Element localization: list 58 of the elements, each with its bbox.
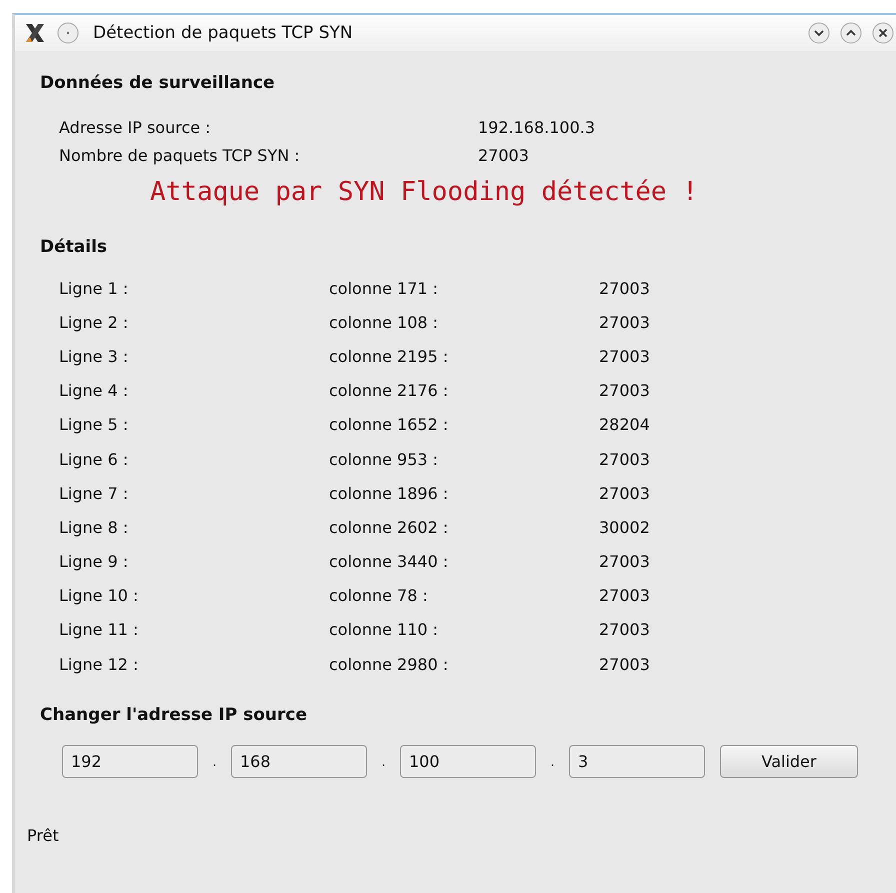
ip-octet-field[interactable]: 168 xyxy=(231,745,367,778)
line-label: Ligne 11 : xyxy=(59,620,140,640)
octet-separator: . xyxy=(550,754,556,769)
packet-count: 27003 xyxy=(599,346,650,366)
ip-octet-field[interactable]: 3 xyxy=(569,745,705,778)
column-label: colonne 953 : xyxy=(329,450,440,469)
line-label: Ligne 6 : xyxy=(59,450,130,469)
close-icon[interactable] xyxy=(872,22,894,44)
line-label: Ligne 3 : xyxy=(59,346,130,366)
info-label: Nombre de paquets TCP SYN : xyxy=(59,146,301,164)
column-label: colonne 1896 : xyxy=(329,484,450,503)
column-label: colonne 110 : xyxy=(329,620,440,640)
section-title: Détails xyxy=(40,237,108,257)
maximize-icon[interactable] xyxy=(840,22,862,44)
line-label: Ligne 9 : xyxy=(59,552,130,572)
line-label: Ligne 4 : xyxy=(59,381,130,400)
column-label: colonne 78 : xyxy=(329,586,429,606)
packet-count: 27003 xyxy=(599,620,650,640)
octet-separator: . xyxy=(212,754,218,769)
column-label: colonne 2980 : xyxy=(329,654,450,674)
column-label: colonne 2176 : xyxy=(329,381,450,400)
minimize-icon[interactable] xyxy=(808,22,830,44)
packet-count: 27003 xyxy=(599,278,650,298)
packet-count: 27003 xyxy=(599,586,650,606)
x-logo-icon xyxy=(23,21,47,45)
packet-count: 27003 xyxy=(599,552,650,572)
section-title: Données de surveillance xyxy=(40,73,276,93)
packet-count: 27003 xyxy=(599,484,650,503)
packet-count: 27003 xyxy=(599,654,650,674)
info-label: Adresse IP source : xyxy=(59,118,212,136)
packet-count: 27003 xyxy=(599,312,650,332)
column-label: colonne 2195 : xyxy=(329,346,450,366)
line-label: Ligne 7 : xyxy=(59,484,130,503)
info-value: 192.168.100.3 xyxy=(478,118,596,136)
octet-separator: . xyxy=(380,754,386,769)
packet-count: 30002 xyxy=(599,518,650,537)
column-label: colonne 3440 : xyxy=(329,552,450,572)
line-label: Ligne 8 : xyxy=(59,518,130,537)
line-label: Ligne 2 : xyxy=(59,312,130,332)
validate-button[interactable]: Valider xyxy=(720,745,858,778)
packet-count: 28204 xyxy=(599,415,650,434)
window-title: Détection de paquets TCP SYN xyxy=(93,23,353,43)
alert-message: Attaque par SYN Flooding détectée ! xyxy=(150,177,699,207)
line-label: Ligne 12 : xyxy=(59,654,140,674)
packet-count: 27003 xyxy=(599,381,650,400)
column-label: colonne 171 : xyxy=(329,278,440,298)
column-label: colonne 2602 : xyxy=(329,518,450,537)
info-value: 27003 xyxy=(478,146,529,164)
line-label: Ligne 10 : xyxy=(59,586,140,606)
ip-octet-field[interactable]: 192 xyxy=(62,745,198,778)
section-title: Changer l'adresse IP source xyxy=(40,705,308,726)
ip-octet-field[interactable]: 100 xyxy=(400,745,536,778)
line-label: Ligne 5 : xyxy=(59,415,130,434)
column-label: colonne 1652 : xyxy=(329,415,450,434)
column-label: colonne 108 : xyxy=(329,312,440,332)
line-label: Ligne 1 : xyxy=(59,278,130,298)
status-text: Prêt xyxy=(27,826,60,846)
packet-count: 27003 xyxy=(599,450,650,469)
